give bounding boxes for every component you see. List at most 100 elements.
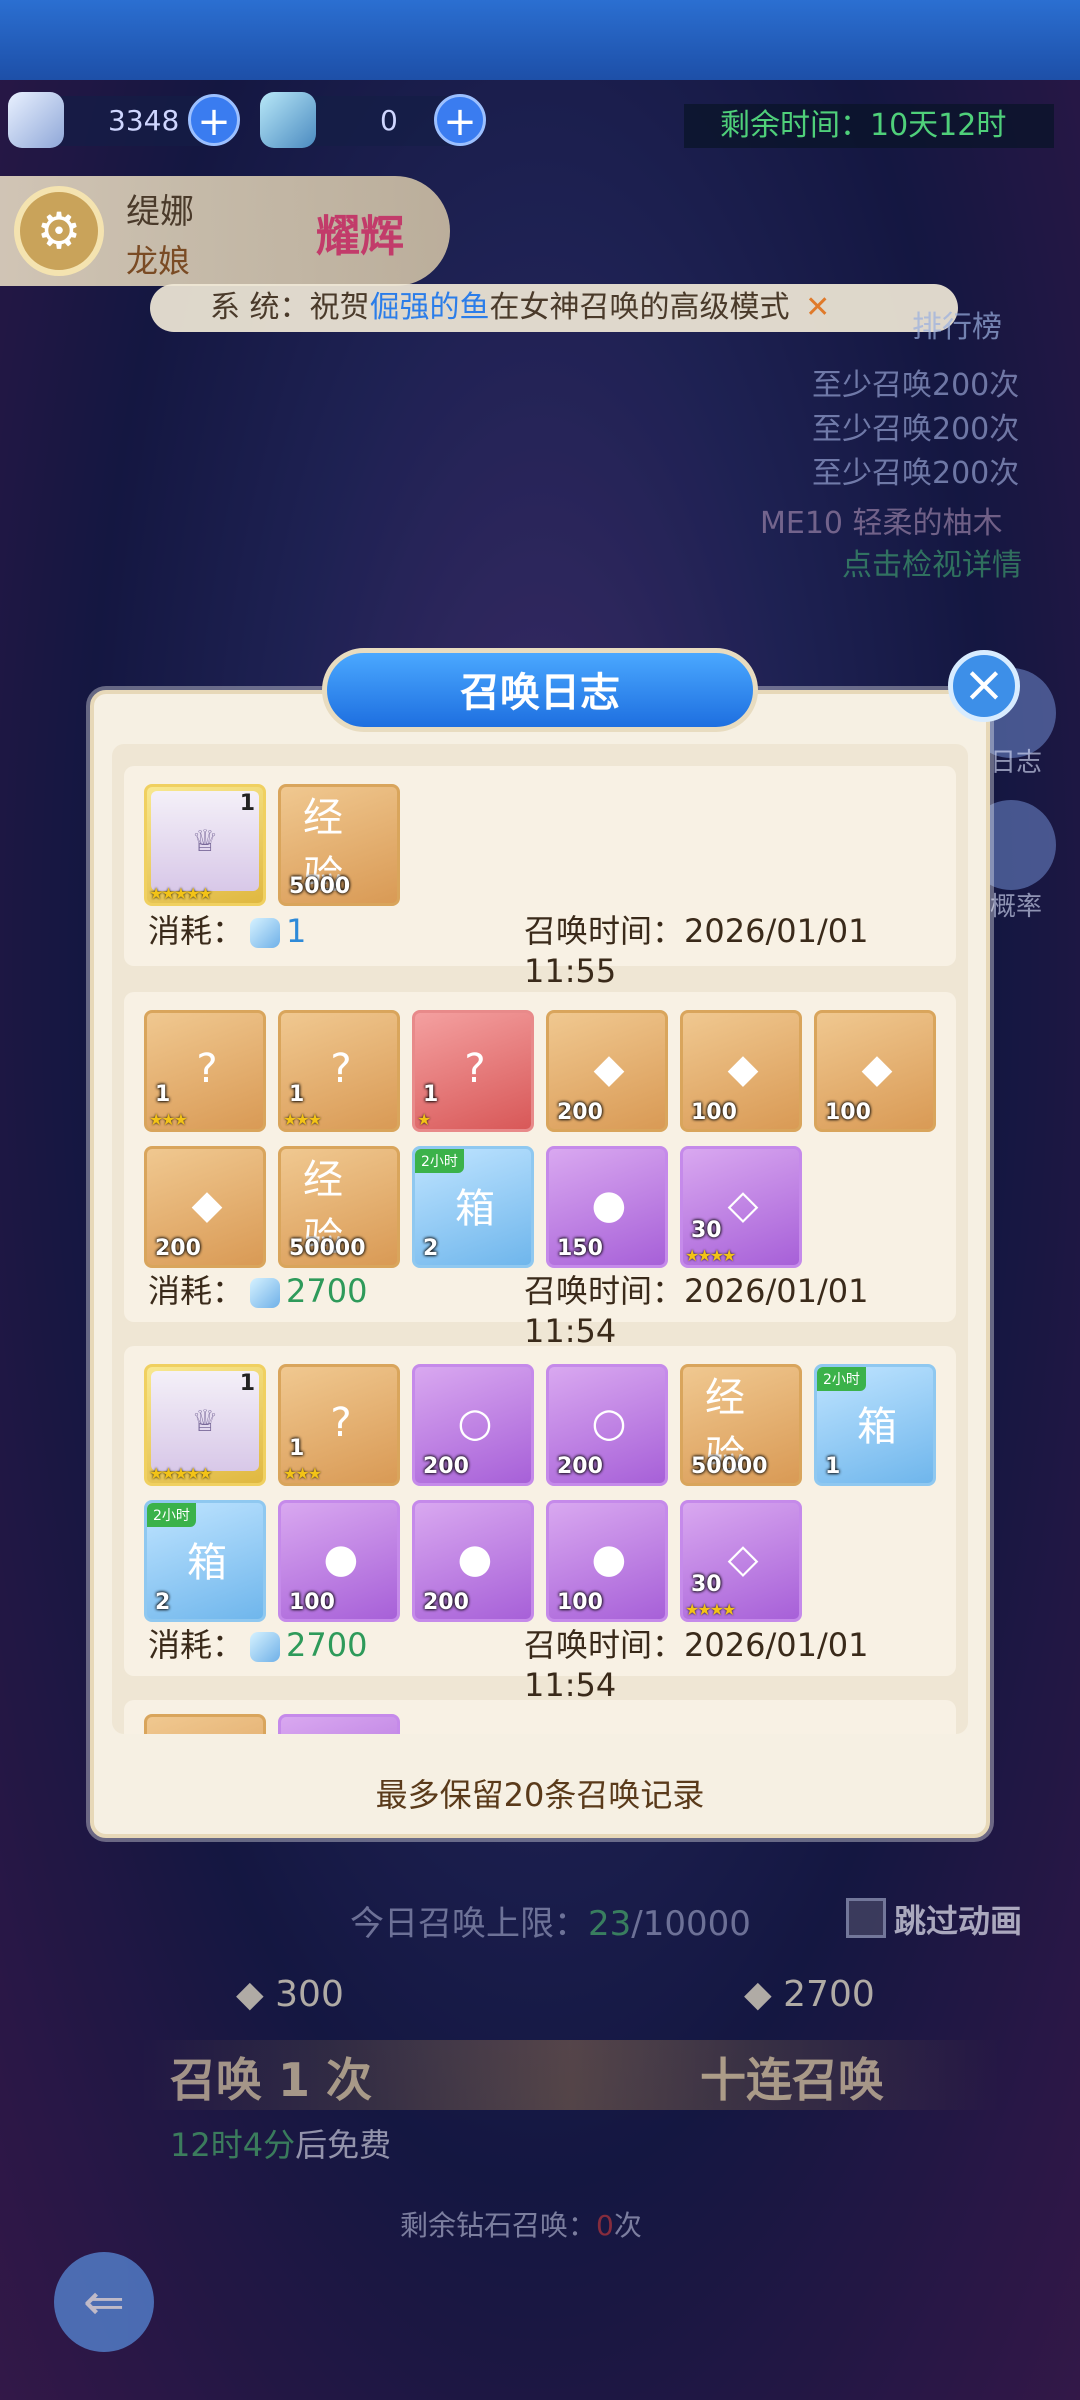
reward-item[interactable]: ◆ 200 — [144, 1146, 266, 1268]
reward-item[interactable]: ? 1 ★★★ — [278, 1010, 400, 1132]
level-label: 1 — [239, 1371, 255, 1396]
reward-item[interactable]: 经验 5000 — [278, 784, 400, 906]
daily-limit-prefix: 今日召唤上限： — [350, 1904, 588, 1944]
system-message-player: 倔强的鱼 — [369, 290, 490, 325]
record-cost: 消耗： 2700 — [148, 1620, 367, 1666]
quantity-label: 200 — [557, 1100, 603, 1125]
reward-icon: ● — [457, 1536, 493, 1582]
quantity-label: 100 — [289, 1590, 335, 1615]
duration-tag: 2小时 — [817, 1367, 866, 1391]
quantity-label: 50000 — [691, 1454, 768, 1479]
reward-item[interactable]: 经验 50000 — [680, 1364, 802, 1486]
time-label: 召唤时间： — [524, 912, 685, 950]
quantity-label: 50000 — [289, 1236, 366, 1261]
diamond-icon — [250, 1632, 281, 1662]
reward-item[interactable] — [278, 1714, 400, 1734]
reward-icon: ● — [323, 1536, 359, 1582]
skip-animation-checkbox[interactable] — [846, 1898, 886, 1938]
reward-icon: 箱 — [187, 1540, 227, 1586]
star-rating: ★★★★★ — [149, 884, 213, 903]
star-rating: ★★★★ — [685, 1600, 736, 1619]
close-icon[interactable]: × — [948, 650, 1020, 722]
star-rating: ★★★★ — [685, 1246, 736, 1265]
hero-tag: 耀辉 — [316, 211, 404, 262]
quantity-label: 200 — [557, 1454, 603, 1479]
reward-item[interactable]: ◆ 100 — [680, 1010, 802, 1132]
reward-item[interactable]: ● 200 — [412, 1500, 534, 1622]
reward-icon: ? — [196, 1046, 218, 1092]
star-rating: ★★★ — [283, 1464, 322, 1483]
quantity-label: 5000 — [289, 874, 351, 899]
crystal-currency: 0 + — [260, 92, 486, 148]
reward-item[interactable]: ○ 200 — [546, 1364, 668, 1486]
reward-item[interactable]: 箱 2小时 2 — [412, 1146, 534, 1268]
reward-icon: ● — [591, 1182, 627, 1228]
free-timer-suffix: 后免费 — [295, 2126, 392, 2164]
reward-icon: ? — [330, 1046, 352, 1092]
reward-item[interactable]: ● 100 — [278, 1500, 400, 1622]
reward-item[interactable] — [144, 1714, 266, 1734]
quantity-label: 100 — [557, 1590, 603, 1615]
ranking-detail-link[interactable]: 点击检视详情 — [842, 540, 1022, 584]
add-crystal-button[interactable]: + — [434, 94, 486, 146]
time-label: 召唤时间： — [524, 1272, 685, 1310]
diamond-currency: 3348 + — [8, 92, 240, 148]
reward-item[interactable]: ? 1 ★★★ — [144, 1010, 266, 1132]
reward-item[interactable]: 箱 2小时 2 — [144, 1500, 266, 1622]
summon-ten-button[interactable]: 十连召唤 — [700, 2044, 884, 2110]
quantity-label: 200 — [423, 1590, 469, 1615]
quantity-label: 200 — [423, 1454, 469, 1479]
reward-item[interactable]: 箱 2小时 1 — [814, 1364, 936, 1486]
reward-item[interactable]: ○ 200 — [412, 1364, 534, 1486]
reward-item[interactable]: ◇ 30 ★★★★ — [680, 1146, 802, 1268]
reward-item[interactable]: ◆ 200 — [546, 1010, 668, 1132]
system-message-prefix: 系 统：祝贺 — [210, 290, 370, 325]
reward-item[interactable]: ● 150 — [546, 1146, 668, 1268]
quantity-label: 1 — [289, 1436, 305, 1461]
single-cost: ◆ 300 — [236, 1974, 344, 2015]
ranking-me: ME10 轻柔的柚木 — [760, 506, 1003, 541]
quantity-label: 30 — [691, 1218, 722, 1243]
record-cost: 消耗： 1 — [148, 906, 306, 952]
reward-icon: 经验 — [303, 795, 343, 899]
quantity-label: 30 — [691, 1572, 722, 1597]
reward-item[interactable]: ? 1 ★★★ — [278, 1364, 400, 1486]
diamond-icon — [8, 92, 64, 148]
diamond-icon — [250, 1278, 281, 1308]
back-button[interactable]: ⇐ — [54, 2252, 154, 2352]
system-message: 系 统：祝贺倔强的鱼在女神召唤的高级模式 ✕ — [150, 284, 958, 332]
star-rating: ★★★ — [149, 1110, 188, 1129]
quantity-label: 2 — [155, 1590, 171, 1615]
star-rating: ★★★★★ — [149, 1464, 213, 1483]
ranking-row: 至少召唤200次 — [812, 368, 1020, 403]
reward-item[interactable]: ● 100 — [546, 1500, 668, 1622]
reward-item[interactable]: ? 1 ★ — [412, 1010, 534, 1132]
remaining-prefix: 剩余钻石召唤： — [400, 2209, 597, 2242]
reward-icon: ? — [464, 1046, 486, 1092]
reward-icon: ◆ — [191, 1182, 223, 1228]
records-list[interactable]: ♕ 1 ★★★★★ 经验 5000 消耗： 1 召唤时间：2026/01/01 11:55? 1… — [112, 744, 968, 1734]
close-message-icon[interactable]: ✕ — [805, 290, 830, 325]
record-time: 召唤时间：2026/01/01 11:54 — [524, 1620, 956, 1704]
summon-once-button[interactable]: 召唤 1 次 — [170, 2044, 372, 2110]
reward-item[interactable]: ◆ 100 — [814, 1010, 936, 1132]
reward-item[interactable]: 经验 50000 — [278, 1146, 400, 1268]
hero-subtitle: 龙娘 — [126, 242, 191, 280]
remaining-count: 0 — [596, 2209, 614, 2242]
cost-value: 1 — [286, 912, 307, 950]
reward-item[interactable]: ◇ 30 ★★★★ — [680, 1500, 802, 1622]
diamond-count: 3348 — [108, 104, 180, 137]
add-diamond-button[interactable]: + — [188, 94, 240, 146]
record-time: 召唤时间：2026/01/01 11:54 — [524, 1266, 956, 1350]
quantity-label: 100 — [691, 1100, 737, 1125]
quantity-label: 2 — [423, 1236, 439, 1261]
hero-portrait-item[interactable]: ♕ 1 ★★★★★ — [144, 1364, 266, 1486]
reward-icon: ? — [330, 1400, 352, 1446]
hero-portrait-item[interactable]: ♕ 1 ★★★★★ — [144, 784, 266, 906]
remaining-summons: 剩余钻石召唤：0次 — [400, 2204, 642, 2244]
record-card: ? 1 ★★★? 1 ★★★? 1 ★ ◆ 200 ◆ 100 ◆ 100 ◆ 200 经验 50000 箱 2小时… — [124, 992, 956, 1350]
cost-label: 消耗： — [148, 1626, 245, 1664]
reward-icon: ◆ — [593, 1046, 625, 1092]
cost-label: 消耗： — [148, 1272, 245, 1310]
quantity-label: 200 — [155, 1236, 201, 1261]
